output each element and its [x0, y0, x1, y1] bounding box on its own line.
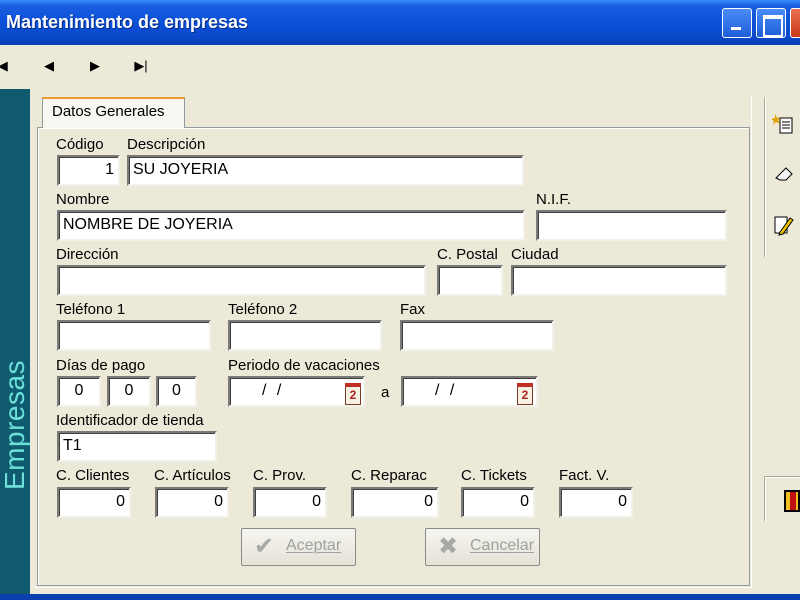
- vacaciones-label: Periodo de vacaciones: [228, 357, 380, 374]
- edit-pencil-icon[interactable]: [770, 212, 798, 240]
- fact-v-field[interactable]: 0: [559, 487, 633, 518]
- minimize-button[interactable]: [722, 8, 752, 38]
- cancelar-button-label: Cancelar: [470, 537, 535, 554]
- calendar-icon[interactable]: 2: [345, 383, 361, 405]
- ciudad-label: Ciudad: [511, 246, 559, 263]
- identificador-field[interactable]: T1: [57, 431, 217, 462]
- c-articulos-field[interactable]: 0: [155, 487, 229, 518]
- record-navigator: |◀ ◀ ▶ ▶|: [0, 45, 800, 89]
- c-tickets-label: C. Tickets: [461, 467, 527, 484]
- window-title: Mantenimiento de empresas: [6, 12, 249, 32]
- vacaciones-separator: a: [381, 384, 390, 401]
- c-tickets-field[interactable]: 0: [461, 487, 535, 518]
- exit-button[interactable]: [765, 477, 800, 522]
- window-bottom-border: [0, 594, 800, 600]
- first-record-button[interactable]: |◀: [0, 55, 14, 77]
- c-reparac-field[interactable]: 0: [351, 487, 439, 518]
- dias-pago-label: Días de pago: [56, 357, 146, 374]
- fact-v-label: Fact. V.: [559, 467, 610, 484]
- next-record-button[interactable]: ▶: [82, 55, 108, 77]
- fax-field[interactable]: [400, 320, 554, 351]
- aceptar-button[interactable]: ✔ Aceptar: [241, 528, 356, 566]
- close-button[interactable]: [790, 8, 800, 38]
- exit-door-icon: [784, 490, 800, 512]
- nif-field[interactable]: [536, 210, 727, 241]
- descripcion-label: Descripción: [127, 136, 206, 153]
- c-reparac-label: C. Reparac: [351, 467, 427, 484]
- erase-icon[interactable]: [770, 160, 798, 188]
- dias-pago-field-2[interactable]: 0: [107, 376, 151, 407]
- direccion-field[interactable]: [57, 265, 426, 296]
- c-clientes-field[interactable]: 0: [57, 487, 131, 518]
- c-clientes-label: C. Clientes: [56, 467, 130, 484]
- codigo-label: Código: [56, 136, 104, 153]
- title-bar[interactable]: Mantenimiento de empresas: [0, 0, 800, 45]
- maximize-button[interactable]: [756, 8, 786, 38]
- telefono1-field[interactable]: [57, 320, 211, 351]
- direccion-label: Dirección: [56, 246, 119, 263]
- identificador-label: Identificador de tienda: [56, 412, 204, 429]
- fax-label: Fax: [400, 301, 426, 318]
- codigo-field[interactable]: 1: [57, 155, 120, 186]
- new-record-icon[interactable]: [770, 112, 798, 140]
- last-record-button[interactable]: ▶|: [128, 55, 154, 77]
- c-prov-label: C. Prov.: [253, 467, 307, 484]
- tab-datos-generales[interactable]: Datos Generales: [42, 97, 185, 128]
- side-banner-label: Empresas: [0, 359, 30, 490]
- checkmark-icon: ✔: [254, 533, 275, 560]
- nombre-field[interactable]: NOMBRE DE JOYERIA: [57, 210, 525, 241]
- dias-pago-field-1[interactable]: 0: [57, 376, 101, 407]
- telefono1-label: Teléfono 1: [56, 301, 126, 318]
- previous-record-button[interactable]: ◀: [36, 55, 62, 77]
- dias-pago-field-3[interactable]: 0: [156, 376, 197, 407]
- aceptar-button-label: Aceptar: [286, 537, 342, 554]
- telefono2-field[interactable]: [228, 320, 382, 351]
- side-banner: Empresas: [0, 89, 30, 594]
- ciudad-field[interactable]: [511, 265, 727, 296]
- x-icon: ✖: [438, 533, 459, 560]
- c-articulos-label: C. Artículos: [154, 467, 231, 484]
- telefono2-label: Teléfono 2: [228, 301, 298, 318]
- cpostal-field[interactable]: [437, 265, 503, 296]
- nombre-label: Nombre: [56, 191, 110, 208]
- calendar-icon[interactable]: 2: [517, 383, 533, 405]
- cpostal-label: C. Postal: [437, 246, 498, 263]
- c-prov-field[interactable]: 0: [253, 487, 327, 518]
- cancelar-button[interactable]: ✖ Cancelar: [425, 528, 540, 566]
- nif-label: N.I.F.: [536, 191, 572, 208]
- descripcion-field[interactable]: SU JOYERIA: [127, 155, 524, 186]
